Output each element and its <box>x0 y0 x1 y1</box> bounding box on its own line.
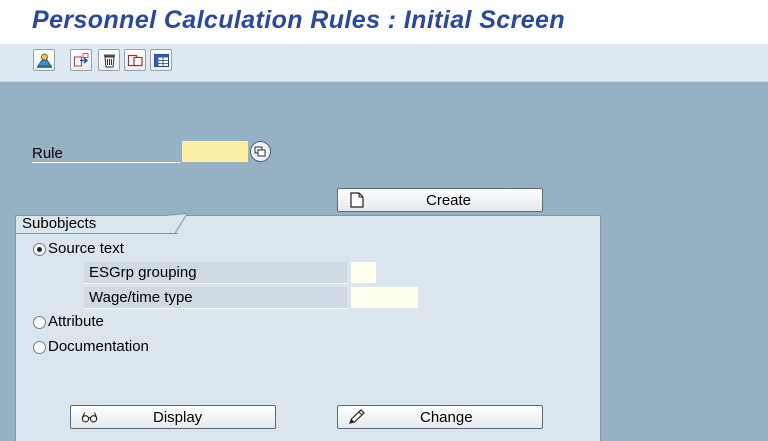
wage-time-type-input[interactable] <box>351 287 418 308</box>
title-bar: Personnel Calculation Rules : Initial Sc… <box>0 0 768 44</box>
rename-button[interactable] <box>124 49 146 71</box>
pencil-icon <box>348 409 366 425</box>
radio-attribute[interactable]: Attribute <box>33 312 104 332</box>
change-button[interactable]: Change <box>337 405 543 429</box>
where-used-list-icon <box>36 53 52 68</box>
radio-source-text-label: Source text <box>48 240 124 257</box>
copy-transfer-icon <box>73 52 88 66</box>
rule-input[interactable] <box>182 141 248 162</box>
radio-documentation-label: Documentation <box>48 338 149 355</box>
display-button[interactable]: Display <box>70 405 276 429</box>
display-glasses-icon <box>81 409 99 425</box>
application-toolbar <box>0 44 768 82</box>
where-used-list-button[interactable] <box>33 49 55 71</box>
group-title-divider <box>16 233 178 234</box>
subobjects-title: Subobjects <box>22 215 97 232</box>
wage-time-type-label: Wage/time type <box>84 287 347 309</box>
copy-transfer-button[interactable] <box>70 49 92 71</box>
delete-button[interactable] <box>98 49 120 71</box>
esgrp-grouping-label: ESGrp grouping <box>84 262 347 284</box>
create-button[interactable]: Create <box>337 188 543 212</box>
change-button-label: Change <box>420 409 473 426</box>
page-title: Personnel Calculation Rules : Initial Sc… <box>32 6 566 34</box>
delete-trash-icon <box>103 54 115 67</box>
table-overview-icon <box>153 53 169 67</box>
possible-entries-button[interactable] <box>250 141 271 162</box>
esgrp-grouping-input[interactable] <box>351 262 376 283</box>
possible-entries-icon <box>254 146 266 157</box>
display-button-label: Display <box>153 409 203 426</box>
radio-documentation[interactable]: Documentation <box>33 337 149 357</box>
radio-source-text[interactable]: Source text <box>33 239 124 259</box>
create-button-label: Create <box>426 192 472 209</box>
table-overview-button[interactable] <box>150 49 172 71</box>
radio-button[interactable] <box>33 340 46 354</box>
radio-button-selected[interactable] <box>33 242 46 256</box>
radio-button[interactable] <box>33 315 46 329</box>
rename-copy-icon <box>127 54 143 66</box>
new-document-icon <box>348 192 366 208</box>
radio-attribute-label: Attribute <box>48 313 104 330</box>
rule-label: Rule <box>32 145 180 163</box>
